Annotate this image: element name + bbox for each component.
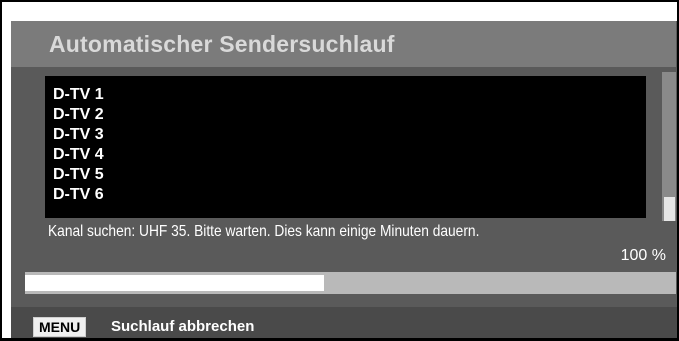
channel-list-item[interactable]: D-TV 5 [53,165,104,185]
cancel-scan-label: Suchlauf abbrechen [111,318,255,335]
found-channels-list[interactable]: D-TV 1 D-TV 2 D-TV 3 D-TV 4 D-TV 5 D-TV 6 [45,76,646,218]
channel-list-item[interactable]: D-TV 2 [53,105,104,125]
channel-list-item[interactable]: D-TV 4 [53,145,104,165]
channel-list-item[interactable]: D-TV 1 [53,85,104,105]
scan-status-text: Kanal suchen: UHF 35. Bitte warten. Dies… [48,223,480,240]
channel-list-item[interactable]: D-TV 6 [53,185,104,205]
scan-status-message: Kanal suchen: UHF 35. Bitte warten. Dies… [48,221,581,243]
scan-progress-bar [25,272,676,294]
scan-progress-fill [25,275,324,291]
menu-key-button[interactable]: MENU [33,317,87,337]
dialog-title: Automatischer Sendersuchlauf [11,21,676,67]
list-scrollbar[interactable] [662,72,676,221]
dialog-footer: MENU Suchlauf abbrechen [11,307,677,338]
channel-scan-dialog: Automatischer Sendersuchlauf D-TV 1 D-TV … [11,21,677,338]
scan-percent-label: 100 % [620,247,666,264]
screen-frame: Automatischer Sendersuchlauf D-TV 1 D-TV … [0,0,679,341]
scrollbar-thumb[interactable] [664,197,675,221]
channel-list-item[interactable]: D-TV 3 [53,125,104,145]
channel-list: D-TV 1 D-TV 2 D-TV 3 D-TV 4 D-TV 5 D-TV 6 [53,85,104,205]
